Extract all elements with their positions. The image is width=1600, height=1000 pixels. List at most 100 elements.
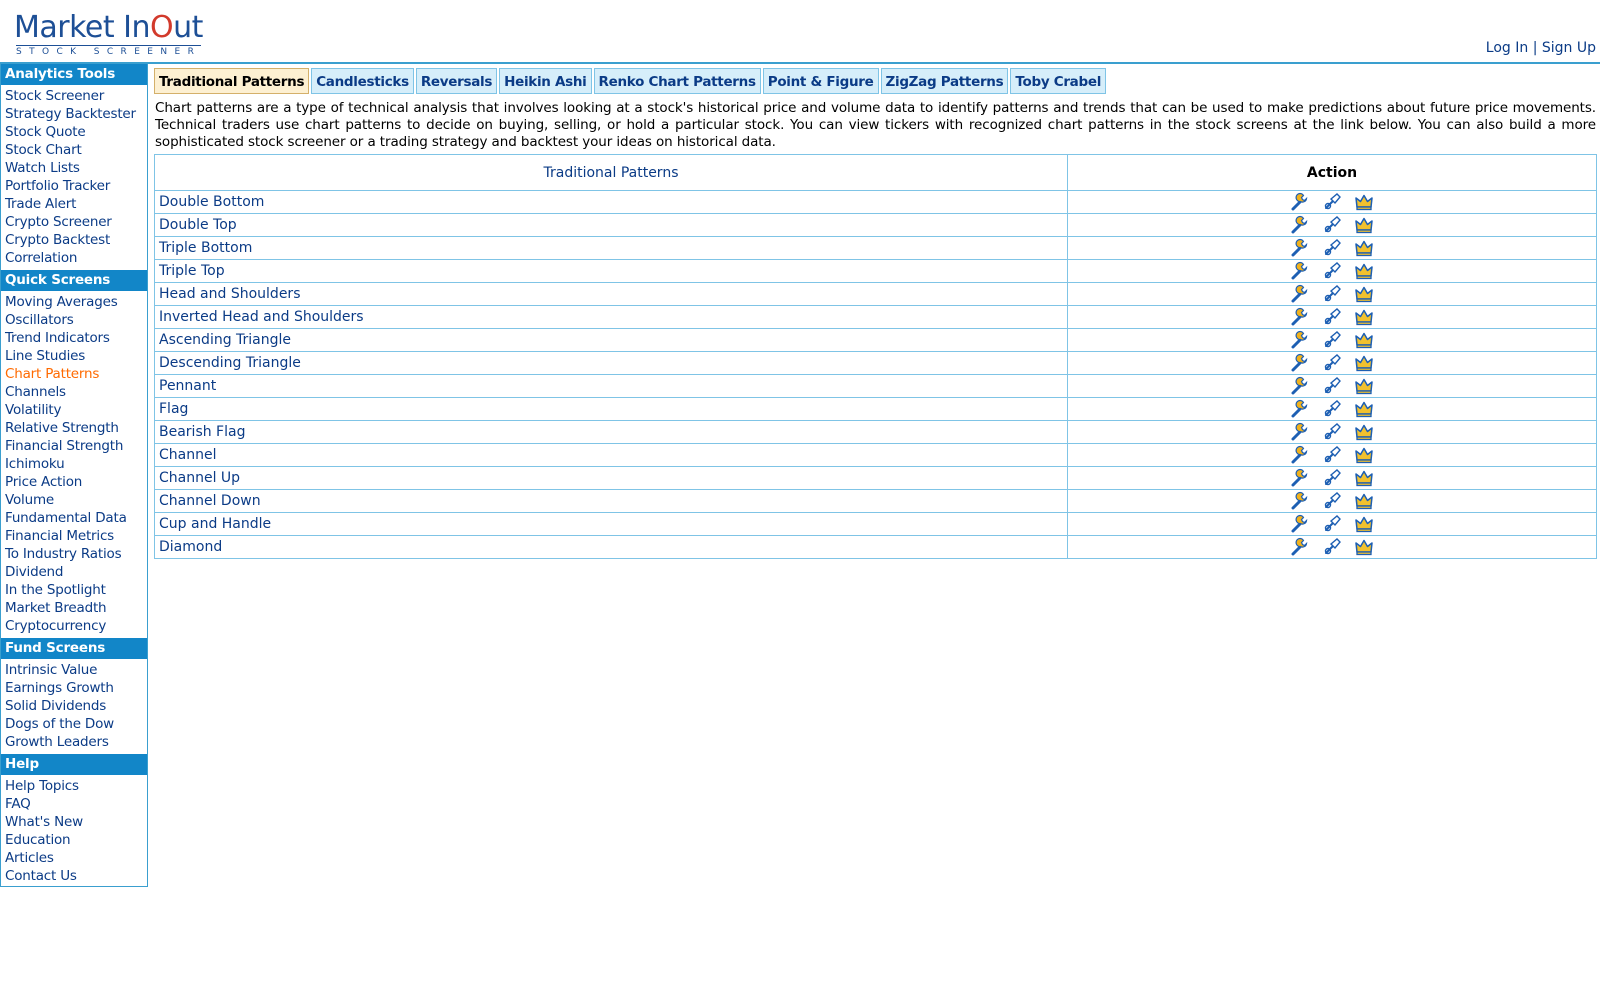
sidebar-item-channels[interactable]: Channels [1, 383, 147, 401]
crown-icon[interactable] [1354, 399, 1374, 419]
sidebar-item-volume[interactable]: Volume [1, 491, 147, 509]
sidebar-item-correlation[interactable]: Correlation [1, 249, 147, 267]
pattern-link-descending-triangle[interactable]: Descending Triangle [154, 351, 1068, 375]
pointer-icon[interactable] [1322, 514, 1342, 534]
sidebar-item-contact-us[interactable]: Contact Us [1, 867, 147, 885]
tab-heikin-ashi[interactable]: Heikin Ashi [499, 68, 592, 94]
tab-candlesticks[interactable]: Candlesticks [311, 68, 414, 94]
pointer-icon[interactable] [1322, 192, 1342, 212]
sidebar-item-volatility[interactable]: Volatility [1, 401, 147, 419]
tab-toby-crabel[interactable]: Toby Crabel [1010, 68, 1107, 94]
pattern-link-channel[interactable]: Channel [154, 443, 1068, 467]
pointer-icon[interactable] [1322, 537, 1342, 557]
column-header-pattern[interactable]: Traditional Patterns [154, 154, 1068, 191]
sidebar-item-stock-quote[interactable]: Stock Quote [1, 123, 147, 141]
sidebar-item-earnings-growth[interactable]: Earnings Growth [1, 679, 147, 697]
sidebar-item-trade-alert[interactable]: Trade Alert [1, 195, 147, 213]
crown-icon[interactable] [1354, 514, 1374, 534]
sidebar-item-crypto-screener[interactable]: Crypto Screener [1, 213, 147, 231]
wrench-icon[interactable] [1290, 330, 1310, 350]
sidebar-item-dogs-of-the-dow[interactable]: Dogs of the Dow [1, 715, 147, 733]
sidebar-item-oscillators[interactable]: Oscillators [1, 311, 147, 329]
pattern-link-triple-bottom[interactable]: Triple Bottom [154, 236, 1068, 260]
tab-renko-chart-patterns[interactable]: Renko Chart Patterns [593, 68, 761, 94]
sidebar-item-stock-screener[interactable]: Stock Screener [1, 87, 147, 105]
sidebar-item-growth-leaders[interactable]: Growth Leaders [1, 733, 147, 751]
pattern-link-inverted-head-and-shoulders[interactable]: Inverted Head and Shoulders [154, 305, 1068, 329]
wrench-icon[interactable] [1290, 376, 1310, 396]
sidebar-item-moving-averages[interactable]: Moving Averages [1, 293, 147, 311]
pointer-icon[interactable] [1322, 261, 1342, 281]
signup-link[interactable]: Sign Up [1542, 40, 1596, 56]
tab-point-and-figure[interactable]: Point & Figure [762, 68, 879, 94]
crown-icon[interactable] [1354, 238, 1374, 258]
sidebar-item-cryptocurrency[interactable]: Cryptocurrency [1, 617, 147, 635]
wrench-icon[interactable] [1290, 399, 1310, 419]
site-logo[interactable]: Market InOut STOCK SCREENER [14, 8, 224, 58]
crown-icon[interactable] [1354, 445, 1374, 465]
pattern-link-diamond[interactable]: Diamond [154, 535, 1068, 559]
tab-reversals[interactable]: Reversals [415, 68, 498, 94]
sidebar-item-stock-chart[interactable]: Stock Chart [1, 141, 147, 159]
sidebar-item-line-studies[interactable]: Line Studies [1, 347, 147, 365]
crown-icon[interactable] [1354, 537, 1374, 557]
pointer-icon[interactable] [1322, 399, 1342, 419]
pattern-link-cup-and-handle[interactable]: Cup and Handle [154, 512, 1068, 536]
pointer-icon[interactable] [1322, 353, 1342, 373]
sidebar-item-education[interactable]: Education [1, 831, 147, 849]
sidebar-item-chart-patterns[interactable]: Chart Patterns [1, 365, 147, 383]
sidebar-item-articles[interactable]: Articles [1, 849, 147, 867]
wrench-icon[interactable] [1290, 238, 1310, 258]
crown-icon[interactable] [1354, 376, 1374, 396]
sidebar-item-solid-dividends[interactable]: Solid Dividends [1, 697, 147, 715]
sidebar-item-in-the-spotlight[interactable]: In the Spotlight [1, 581, 147, 599]
pattern-link-double-top[interactable]: Double Top [154, 213, 1068, 237]
pattern-link-flag[interactable]: Flag [154, 397, 1068, 421]
pattern-link-channel-down[interactable]: Channel Down [154, 489, 1068, 513]
sidebar-item-crypto-backtest[interactable]: Crypto Backtest [1, 231, 147, 249]
crown-icon[interactable] [1354, 261, 1374, 281]
wrench-icon[interactable] [1290, 192, 1310, 212]
crown-icon[interactable] [1354, 192, 1374, 212]
wrench-icon[interactable] [1290, 491, 1310, 511]
sidebar-item-intrinsic-value[interactable]: Intrinsic Value [1, 661, 147, 679]
crown-icon[interactable] [1354, 215, 1374, 235]
crown-icon[interactable] [1354, 491, 1374, 511]
pattern-link-channel-up[interactable]: Channel Up [154, 466, 1068, 490]
login-link[interactable]: Log In [1486, 40, 1528, 56]
wrench-icon[interactable] [1290, 537, 1310, 557]
wrench-icon[interactable] [1290, 468, 1310, 488]
pointer-icon[interactable] [1322, 238, 1342, 258]
crown-icon[interactable] [1354, 330, 1374, 350]
sidebar-item-what-s-new[interactable]: What's New [1, 813, 147, 831]
crown-icon[interactable] [1354, 353, 1374, 373]
crown-icon[interactable] [1354, 284, 1374, 304]
wrench-icon[interactable] [1290, 261, 1310, 281]
pointer-icon[interactable] [1322, 215, 1342, 235]
pattern-link-bearish-flag[interactable]: Bearish Flag [154, 420, 1068, 444]
wrench-icon[interactable] [1290, 284, 1310, 304]
pointer-icon[interactable] [1322, 284, 1342, 304]
pointer-icon[interactable] [1322, 491, 1342, 511]
wrench-icon[interactable] [1290, 445, 1310, 465]
sidebar-item-trend-indicators[interactable]: Trend Indicators [1, 329, 147, 347]
pointer-icon[interactable] [1322, 330, 1342, 350]
tab-traditional-patterns[interactable]: Traditional Patterns [154, 68, 310, 94]
pattern-link-ascending-triangle[interactable]: Ascending Triangle [154, 328, 1068, 352]
wrench-icon[interactable] [1290, 307, 1310, 327]
sidebar-item-relative-strength[interactable]: Relative Strength [1, 419, 147, 437]
sidebar-item-portfolio-tracker[interactable]: Portfolio Tracker [1, 177, 147, 195]
sidebar-item-help-topics[interactable]: Help Topics [1, 777, 147, 795]
wrench-icon[interactable] [1290, 215, 1310, 235]
pointer-icon[interactable] [1322, 468, 1342, 488]
sidebar-item-price-action[interactable]: Price Action [1, 473, 147, 491]
sidebar-item-strategy-backtester[interactable]: Strategy Backtester [1, 105, 147, 123]
crown-icon[interactable] [1354, 422, 1374, 442]
sidebar-item-dividend[interactable]: Dividend [1, 563, 147, 581]
pattern-link-double-bottom[interactable]: Double Bottom [154, 190, 1068, 214]
crown-icon[interactable] [1354, 468, 1374, 488]
sidebar-item-financial-strength[interactable]: Financial Strength [1, 437, 147, 455]
wrench-icon[interactable] [1290, 353, 1310, 373]
wrench-icon[interactable] [1290, 422, 1310, 442]
sidebar-item-financial-metrics[interactable]: Financial Metrics [1, 527, 147, 545]
